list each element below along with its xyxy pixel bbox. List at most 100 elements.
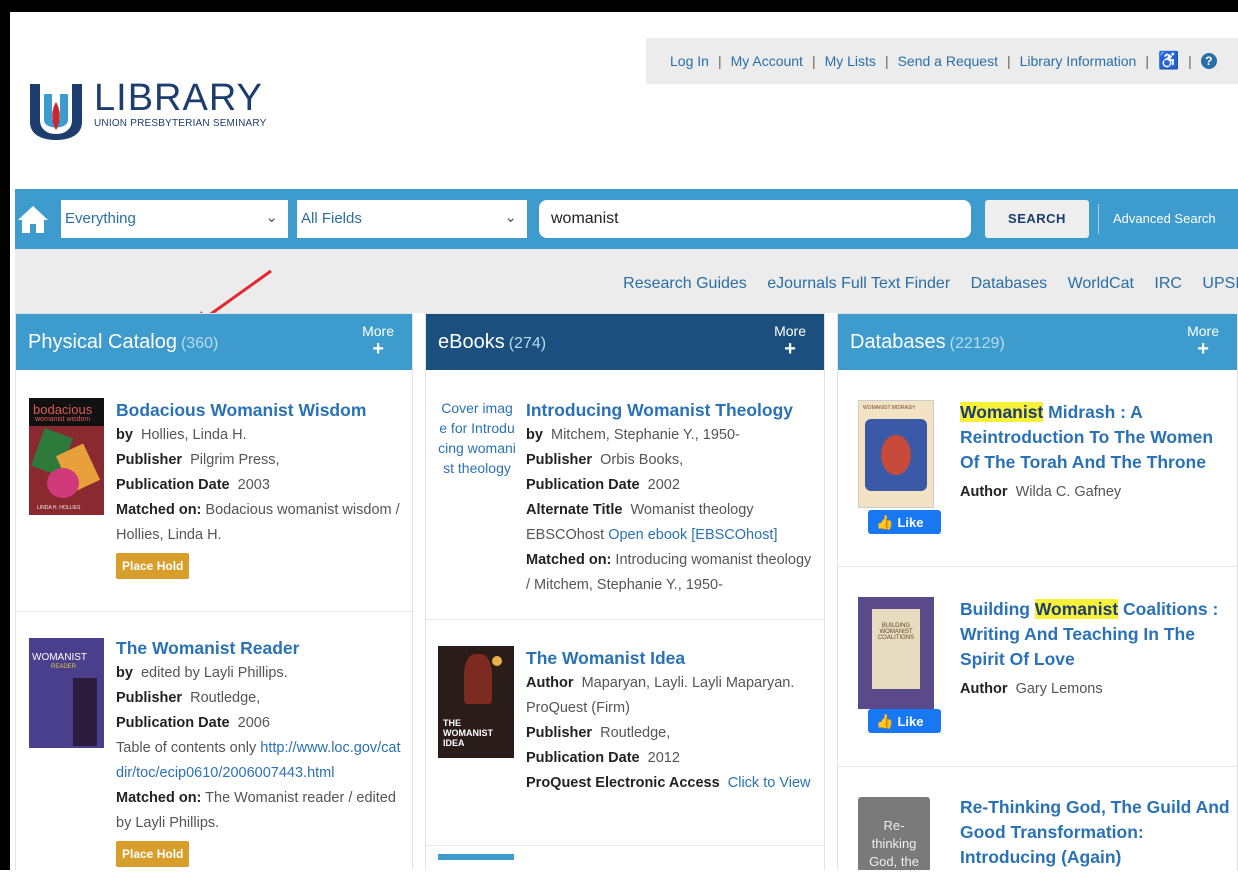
panel-header: Physical Catalog (360) More + [16,314,412,370]
publisher-line: Publisher Orbis Books, [526,448,818,473]
date-value: 2012 [647,750,680,766]
worldcat-link[interactable]: WorldCat [1068,275,1134,292]
author-value: Gary Lemons [1015,681,1103,697]
author-line: Author Maparyan, Layli. Layli Maparyan. … [526,671,818,721]
author-value: Hollies, Linda H. [140,427,247,443]
databases-panel: Databases (22129) More + WOMANIST MIDRASH … [837,313,1238,870]
ebooks-panel: eBooks (274) More + Cover image for Introd… [425,313,825,870]
separator: | [1145,53,1149,69]
more-button[interactable]: More + [1187,323,1219,360]
advanced-search-link[interactable]: Advanced Search [1098,204,1216,234]
title-text: Building [960,599,1035,619]
publisher-value: Pilgrim Press, [190,452,280,468]
plus-icon: + [372,338,384,360]
seminary-logo-icon [30,84,82,140]
result-title-link[interactable]: Introducing Womanist Theology [526,398,818,423]
by-label: by [526,427,543,443]
result-item: Cover image for Introducing womanist the… [426,370,824,620]
date-line: Publication Date 2002 [526,473,818,498]
more-button[interactable]: More + [774,323,806,360]
result-title-link[interactable]: Womanist Midrash : A Reintroduction To T… [960,400,1230,475]
book-cover[interactable]: THE WOMANIST IDEA [438,646,514,758]
plus-icon: + [1197,338,1209,360]
help-icon[interactable]: ? [1200,53,1217,69]
search-scope-select[interactable]: Everything ⌄ [61,200,288,238]
book-cover[interactable]: WOMANIST READER [29,638,104,748]
chevron-down-icon: ⌄ [265,209,278,226]
matched-line: Matched on: The Womanist reader / edited… [116,786,406,836]
alternate-title-label: Alternate Title [526,502,623,518]
cover-title: WOMANIST MIDRASH [863,405,915,411]
book-cover[interactable] [438,854,514,860]
book-cover[interactable]: Re-thinking God, the [858,797,930,870]
result-title-link[interactable]: The Womanist Idea [526,646,818,671]
result-item: WOMANIST MIDRASH 👍 Like Womanist Midrash … [838,370,1237,567]
home-icon[interactable] [17,204,49,234]
search-input[interactable]: womanist [539,200,971,238]
panel-title: Physical Catalog [28,331,177,353]
matched-label: Matched on: [526,552,612,568]
date-label: Publication Date [116,715,230,731]
result-item: WOMANIST READER The Womanist Reader by e… [16,612,412,870]
book-cover[interactable]: bodacious womanist wisdom LINDA H. HOLLI… [29,398,104,515]
author-label: Author [526,675,574,691]
cover-title: WOMANIST [32,652,87,663]
facebook-like-button[interactable]: 👍 Like [868,510,941,534]
place-hold-button[interactable]: Place Hold [116,841,190,867]
plus-icon: + [784,338,796,360]
send-request-link[interactable]: Send a Request [898,53,998,69]
author-value: Wilda C. Gafney [1015,484,1122,500]
click-to-view-link[interactable]: Click to View [728,775,811,791]
publisher-line: Publisher Routledge, [526,721,818,746]
my-lists-link[interactable]: My Lists [825,53,876,69]
search-field-select[interactable]: All Fields ⌄ [297,200,527,238]
book-cover[interactable]: WOMANIST MIDRASH [858,400,934,508]
author-label: Author [960,681,1008,697]
cover-title: bodacious [33,402,93,417]
library-logo[interactable]: LIBRARY UNION PRESBYTERIAN SEMINARY [28,77,267,140]
result-count: (22129) [949,335,1005,352]
date-line: Publication Date 2003 [116,473,406,498]
research-guides-link[interactable]: Research Guides [623,275,747,292]
publisher-line: Publisher Pilgrim Press, [116,448,406,473]
login-link[interactable]: Log In [670,53,709,69]
facebook-like-button[interactable]: 👍 Like [868,709,941,733]
access-label: ProQuest Electronic Access [526,775,720,791]
logo-title: LIBRARY [94,77,263,119]
library-information-link[interactable]: Library Information [1020,53,1137,69]
result-item: bodacious womanist wisdom LINDA H. HOLLI… [16,370,412,612]
search-button[interactable]: SEARCH [985,200,1089,238]
panel-title: Databases [850,331,946,353]
physical-catalog-panel: Physical Catalog (360) More + bodacious wo… [15,313,413,870]
separator: | [717,53,722,69]
ejournals-link[interactable]: eJournals Full Text Finder [767,275,950,292]
result-title-link[interactable]: Bodacious Womanist Wisdom [116,398,406,423]
cover-title: BUILDING WOMANIST COALITIONS [877,623,915,641]
result-item: Re-thinking God, the Re-Thinking God, Th… [838,767,1237,870]
author-value: edited by Layli Phillips. [140,665,288,681]
more-button[interactable]: More + [362,323,394,360]
accessibility-icon[interactable]: ♿ [1158,51,1179,71]
result-title-link[interactable]: Building Womanist Coalitions : Writing A… [960,597,1230,672]
open-ebook-link[interactable]: Open ebook [EBSCOhost] [608,527,777,543]
cover-image-alt-text[interactable]: Cover image for Introducing womanist the… [438,398,516,478]
place-hold-button[interactable]: Place Hold [116,553,190,579]
author-line: by Hollies, Linda H. [116,423,406,448]
my-account-link[interactable]: My Account [731,53,803,69]
cover-alt-text: Re-thinking God, the [869,818,919,869]
databases-link[interactable]: Databases [971,275,1048,292]
matched-line: Matched on: Bodacious womanist wisdom / … [116,498,406,548]
logo-subtitle: UNION PRESBYTERIAN SEMINARY [94,118,267,129]
result-title-link[interactable]: Re-Thinking God, The Guild And Good Tran… [960,795,1230,870]
result-title-link[interactable]: The Womanist Reader [116,636,406,661]
separator: | [811,53,816,69]
result-item: BUILDING WOMANIST COALITIONS 👍 Like Build… [838,567,1237,767]
panel-header: Databases (22129) More + [838,314,1237,370]
upse-link[interactable]: UPSE [1202,275,1238,292]
toc-text: Table of contents only [116,740,257,756]
irc-link[interactable]: IRC [1154,275,1182,292]
book-cover[interactable]: BUILDING WOMANIST COALITIONS [858,597,934,709]
panel-header: eBooks (274) More + [426,314,824,370]
utility-nav: Log In | My Account | My Lists | Send a Req… [646,38,1238,84]
cover-subtitle: READER [51,664,77,670]
